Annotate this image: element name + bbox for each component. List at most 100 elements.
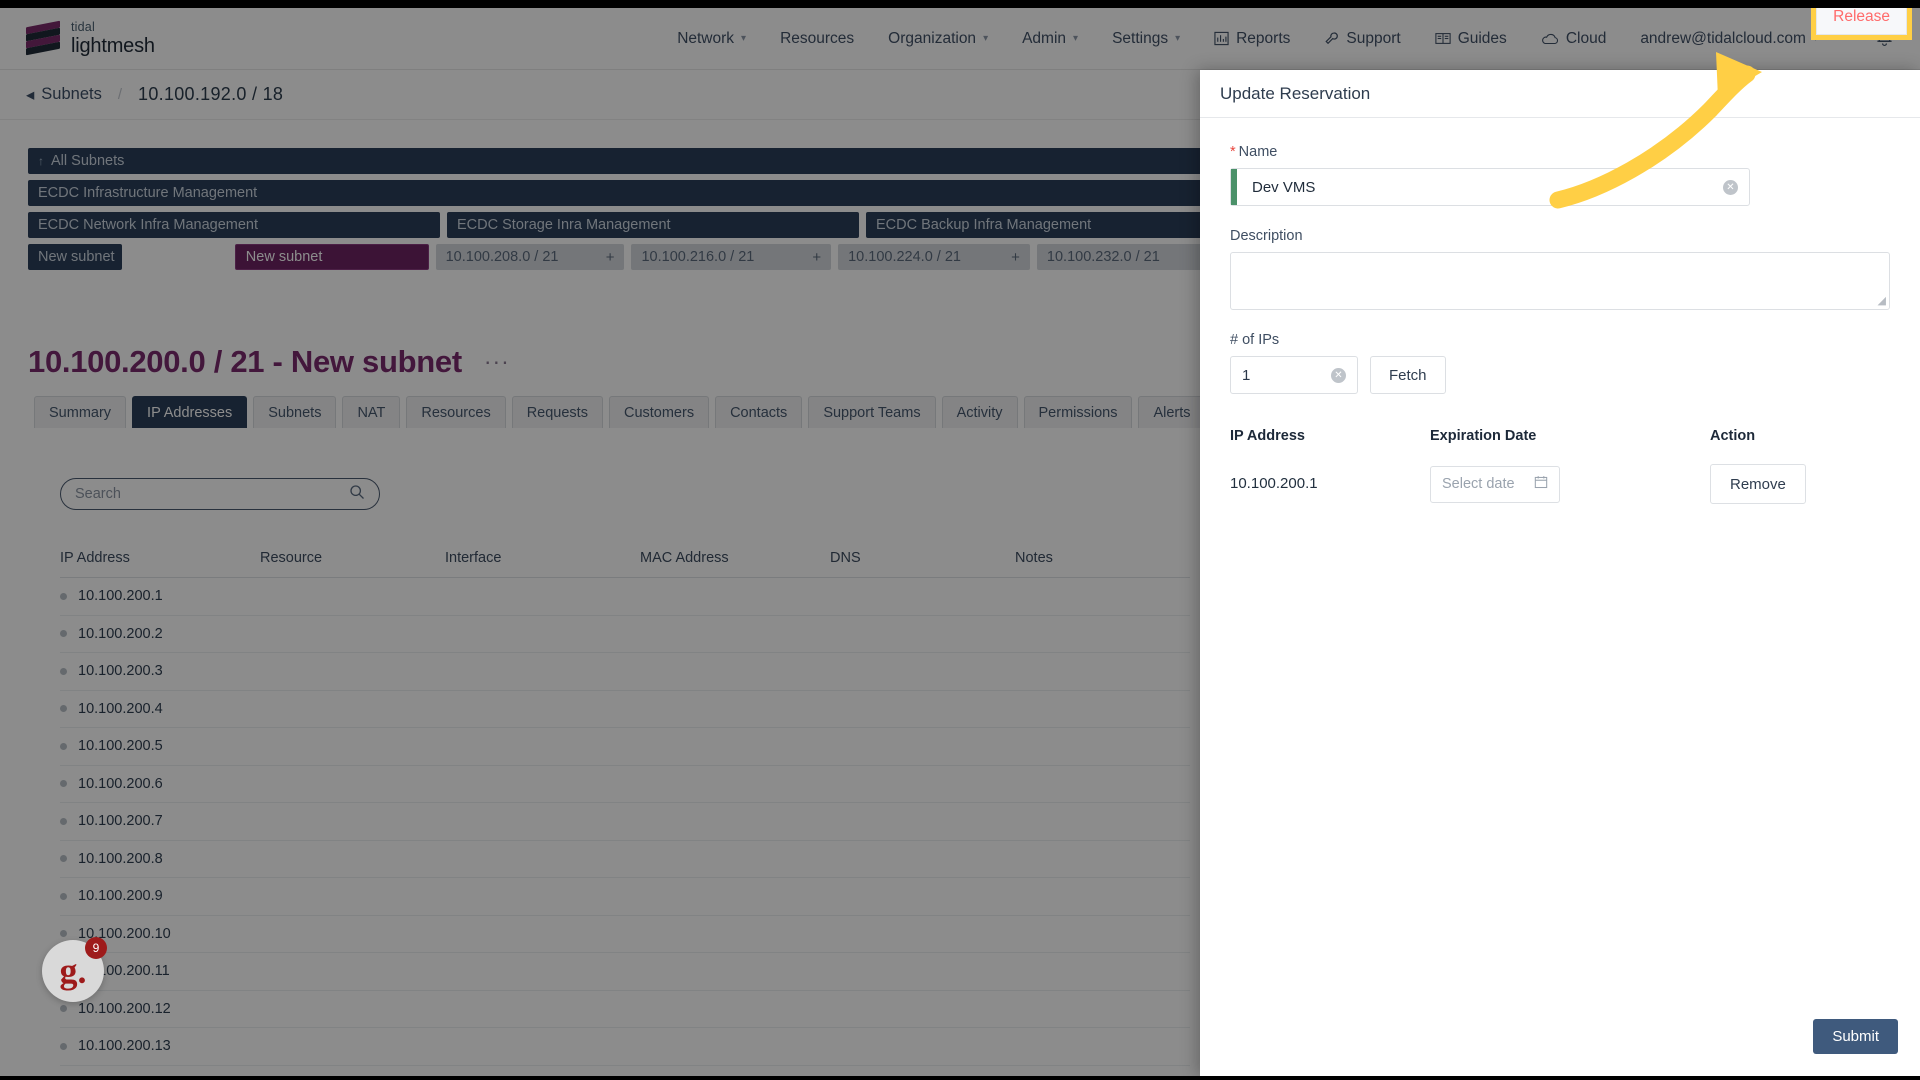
- tab-alerts[interactable]: Alerts: [1138, 396, 1206, 428]
- tree-node-10-100-232-0-21[interactable]: 10.100.232.0 / 21: [1036, 244, 1218, 270]
- nav-label-cloud: Cloud: [1565, 29, 1607, 47]
- nav-item-organization[interactable]: Organization ▾: [871, 8, 1005, 70]
- help-widget-button[interactable]: g. 9: [42, 937, 107, 1002]
- table-row[interactable]: 10.100.200.3: [60, 653, 1190, 691]
- chevron-down-icon: ▾: [983, 33, 989, 44]
- cell-ip-address: 10.100.200.3: [78, 663, 163, 680]
- drawer-body: * Name Dev VMS ✕ Description ◢ # of IPs 1…: [1200, 118, 1920, 1076]
- tab-activity[interactable]: Activity: [941, 396, 1018, 428]
- name-field-label: * Name: [1230, 144, 1890, 160]
- table-row[interactable]: 10.100.200.2: [60, 616, 1190, 653]
- tree-node-ecdc-infrastructure-management[interactable]: ECDC Infrastructure Management: [28, 180, 1218, 206]
- tab-resources[interactable]: Resources: [406, 396, 506, 428]
- subnet-tree-row-1: ↑ All Subnets: [28, 148, 1218, 174]
- column-header-notes[interactable]: Notes: [1015, 550, 1190, 566]
- expiration-date-placeholder: Select date: [1442, 476, 1515, 492]
- status-dot-icon: [60, 667, 67, 675]
- nav-item-network[interactable]: Network ▾: [660, 8, 763, 70]
- tree-node-all-subnets[interactable]: ↑ All Subnets: [28, 148, 1218, 174]
- tab-summary[interactable]: Summary: [34, 396, 127, 428]
- clear-circle-icon[interactable]: ✕: [1331, 367, 1346, 383]
- search-icon[interactable]: [349, 484, 365, 505]
- cell-ip-address: 10.100.200.2: [78, 625, 163, 642]
- tab-permissions[interactable]: Permissions: [1023, 396, 1133, 428]
- tree-node-10-100-224-0-21[interactable]: 10.100.224.0 / 21 +: [838, 244, 1030, 270]
- tab-ip-addresses[interactable]: IP Addresses: [132, 396, 248, 428]
- table-row[interactable]: 10.100.200.4: [60, 691, 1190, 728]
- table-row[interactable]: 10.100.200.7: [60, 803, 1190, 841]
- help-widget-logo: g.: [59, 951, 87, 991]
- nav-item-guides[interactable]: Guides: [1418, 8, 1524, 70]
- plus-icon[interactable]: +: [1011, 249, 1020, 266]
- tab-nat[interactable]: NAT: [342, 396, 401, 428]
- table-row[interactable]: 10.100.200.11: [60, 953, 1190, 991]
- nav-item-resources[interactable]: Resources: [763, 8, 871, 70]
- table-row[interactable]: 10.100.200.12: [60, 991, 1190, 1028]
- expiration-date-picker[interactable]: Select date: [1430, 465, 1560, 503]
- column-header-resource[interactable]: Resource: [260, 550, 445, 566]
- description-textarea[interactable]: ◢: [1230, 252, 1890, 310]
- nav-item-reports[interactable]: Reports: [1197, 8, 1307, 70]
- status-dot-icon: [60, 630, 67, 638]
- tree-node-label: 10.100.208.0 / 21: [445, 249, 559, 265]
- clear-circle-icon[interactable]: ✕: [1723, 179, 1738, 195]
- cell-ip-address: 10.100.200.5: [78, 738, 163, 755]
- column-header-mac-address[interactable]: MAC Address: [640, 550, 830, 566]
- column-header-dns[interactable]: DNS: [830, 550, 1015, 566]
- resize-grip-icon[interactable]: ◢: [1878, 294, 1886, 307]
- num-ips-row: 1 ✕ Fetch: [1230, 356, 1890, 394]
- tree-node-new-subnet-selected[interactable]: New subnet: [234, 244, 429, 270]
- calendar-icon[interactable]: [1534, 475, 1548, 494]
- nav-item-user-account[interactable]: andrew@tidalcloud.com ▾: [1623, 8, 1835, 70]
- cell-ip-address: 10.100.200.12: [78, 1000, 171, 1017]
- tree-node-ecdc-storage-infra-management[interactable]: ECDC Storage Inra Management: [447, 212, 859, 238]
- status-dot-icon: [60, 742, 67, 750]
- tab-contacts[interactable]: Contacts: [715, 396, 803, 428]
- column-header-interface[interactable]: Interface: [445, 550, 640, 566]
- page-title: 10.100.200.0 / 21 - New subnet: [28, 344, 462, 379]
- tree-node-label: ECDC Infrastructure Management: [38, 185, 258, 201]
- tree-node-ecdc-network-infra-management[interactable]: ECDC Network Infra Management: [28, 212, 440, 238]
- name-field[interactable]: Dev VMS ✕: [1230, 168, 1750, 206]
- tab-subnets[interactable]: Subnets: [253, 396, 337, 428]
- remove-reservation-button[interactable]: Remove: [1710, 464, 1806, 504]
- breadcrumb-back-subnets[interactable]: ◂ Subnets: [26, 85, 102, 105]
- nav-item-settings[interactable]: Settings ▾: [1095, 8, 1197, 70]
- tab-requests[interactable]: Requests: [511, 396, 603, 428]
- cloud-icon: [1541, 32, 1559, 46]
- cell-ip-address: 10.100.200.13: [78, 1038, 171, 1055]
- nav-label-organization: Organization: [888, 29, 977, 47]
- tab-label: Activity: [956, 404, 1003, 421]
- table-row[interactable]: 10.100.200.8: [60, 841, 1190, 878]
- tab-label: Customers: [623, 404, 695, 421]
- column-header-ip-address[interactable]: IP Address: [60, 550, 260, 566]
- fetch-button[interactable]: Fetch: [1370, 356, 1446, 394]
- table-row[interactable]: 10.100.200.9: [60, 878, 1190, 916]
- tab-customers[interactable]: Customers: [608, 396, 710, 428]
- num-ips-input[interactable]: 1 ✕: [1230, 356, 1358, 394]
- tab-support-teams[interactable]: Support Teams: [808, 396, 936, 428]
- nav-item-support[interactable]: Support: [1307, 8, 1417, 70]
- reservation-table-row: 10.100.200.1 Select date Remove: [1230, 464, 1890, 504]
- subnet-tree-row-2: ECDC Infrastructure Management: [28, 180, 1218, 206]
- search-box[interactable]: [60, 478, 380, 510]
- nav-item-cloud[interactable]: Cloud: [1524, 8, 1624, 70]
- brand-logo[interactable]: tidal lightmesh: [26, 20, 155, 56]
- table-row[interactable]: 10.100.200.13: [60, 1028, 1190, 1066]
- tree-node-ecdc-backup-infra-management[interactable]: ECDC Backup Infra Management: [866, 212, 1218, 238]
- search-input[interactable]: [75, 486, 349, 502]
- submit-button[interactable]: Submit: [1813, 1019, 1898, 1054]
- table-row[interactable]: 10.100.200.5: [60, 728, 1190, 766]
- plus-icon[interactable]: +: [812, 249, 821, 266]
- nav-label-user-email: andrew@tidalcloud.com: [1640, 29, 1806, 47]
- tree-node-new-subnet-1[interactable]: New subnet: [28, 244, 123, 270]
- table-row[interactable]: 10.100.200.6: [60, 766, 1190, 803]
- page-overflow-menu-icon[interactable]: ···: [484, 348, 510, 380]
- nav-item-admin[interactable]: Admin ▾: [1005, 8, 1095, 70]
- tree-node-10-100-216-0-21[interactable]: 10.100.216.0 / 21 +: [631, 244, 832, 270]
- tree-node-10-100-208-0-21[interactable]: 10.100.208.0 / 21 +: [435, 244, 625, 270]
- tree-node-label: New subnet: [38, 249, 115, 265]
- table-row[interactable]: 10.100.200.1: [60, 578, 1190, 616]
- table-row[interactable]: 10.100.200.10: [60, 916, 1190, 953]
- plus-icon[interactable]: +: [606, 249, 615, 266]
